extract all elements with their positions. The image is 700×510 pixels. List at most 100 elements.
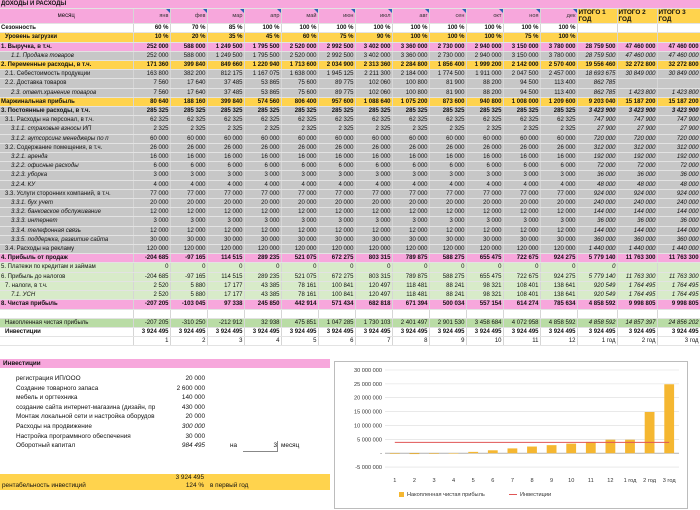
total-cell[interactable]: 312 000 [577,143,618,154]
cell[interactable]: 3 000 [540,216,578,227]
cell[interactable]: 100 % [540,23,578,34]
cell[interactable]: 1 [133,336,171,347]
total-cell[interactable]: 920 549 [577,281,618,292]
cell[interactable]: 4 000 [133,180,171,190]
cell[interactable]: 3 924 495 [540,327,578,338]
cell[interactable]: 3 924 495 [170,327,208,338]
total-cell[interactable]: 47 460 000 [657,42,700,52]
cell[interactable]: 20 000 [133,198,171,209]
cell[interactable]: 70 % [170,23,208,34]
total-cell[interactable]: 27 900 [617,124,658,135]
total-cell[interactable]: 15 187 200 [617,97,658,108]
cell[interactable]: 3 924 495 [466,327,504,338]
cell[interactable]: 940 800 [466,97,504,108]
cell[interactable]: 285 325 [392,106,430,117]
cell[interactable]: 285 325 [318,106,356,117]
cell[interactable]: 6 000 [540,161,578,172]
cell[interactable]: 3 780 000 [540,42,578,52]
cell[interactable]: 60 000 [281,134,319,144]
total-cell[interactable]: 47 460 000 [617,51,658,62]
cell[interactable]: 60 000 [207,134,245,144]
cell[interactable]: 7 560 [133,78,171,89]
total-cell[interactable]: 240 000 [577,198,618,209]
cell[interactable]: 20 000 [540,198,578,209]
cell[interactable]: 120 000 [429,244,467,255]
cell[interactable]: 100 % [318,23,356,34]
cell[interactable]: 77 000 [281,189,319,200]
cell[interactable]: 77 000 [170,189,208,200]
total-cell[interactable]: 36 000 [577,216,618,227]
cell[interactable]: 77 000 [503,189,541,200]
cell[interactable]: 803 315 [355,253,393,264]
cell[interactable]: 0 [207,262,245,273]
cell[interactable]: 120 000 [244,244,282,255]
cell[interactable]: 94 500 [503,78,541,89]
total-cell[interactable] [577,309,618,319]
cell[interactable]: 285 325 [429,106,467,117]
cell[interactable]: 20 000 [503,198,541,209]
cell[interactable]: 806 400 [281,97,319,108]
investment-value[interactable]: 140 000 [165,393,205,403]
cell[interactable]: 53 865 [244,88,282,98]
cell[interactable]: 0 [281,262,319,273]
cell[interactable]: 62 325 [392,115,430,126]
cell[interactable]: 77 000 [540,189,578,200]
cell[interactable]: 16 000 [540,152,578,163]
total-cell[interactable]: 0 [577,262,618,273]
investment-value[interactable]: 2 600 000 [165,384,205,394]
cell[interactable] [244,309,282,319]
cell[interactable]: 3 000 [133,216,171,227]
cell[interactable]: 5 880 [170,281,208,292]
cell[interactable]: 3 924 495 [355,327,393,338]
cell[interactable]: 1 999 200 [466,60,504,71]
total-cell[interactable] [577,32,618,43]
cell[interactable]: 16 000 [392,152,430,163]
cell[interactable]: 17 177 [207,290,245,301]
cell[interactable]: 16 000 [244,152,282,163]
cell[interactable]: 3 000 [355,170,393,181]
cell[interactable]: 4 [244,336,282,347]
cell[interactable]: 20 000 [392,198,430,209]
cell[interactable] [133,309,171,319]
total-cell[interactable]: 1 764 495 [657,290,700,301]
cell[interactable]: 98 321 [466,290,504,301]
total-cell[interactable]: 2 год [617,336,658,347]
cell[interactable]: 12 000 [429,226,467,236]
cell[interactable]: 442 914 [281,299,319,310]
cell[interactable]: 1 249 500 [207,51,245,62]
cell[interactable]: 88 241 [429,281,467,292]
cell[interactable]: 1 167 075 [244,69,282,80]
profit-chart[interactable]: 30 000 000 25 000 000 20 000 000 15 000 000… [334,361,688,509]
cell[interactable]: 1 713 600 [281,60,319,71]
cell[interactable]: 9 [429,336,467,347]
total-cell[interactable]: 862 785 [577,88,618,98]
cell[interactable]: 0 [503,262,541,273]
cell[interactable]: 16 000 [133,152,171,163]
cell[interactable]: 77 000 [429,189,467,200]
cell[interactable]: 3 000 [466,170,504,181]
cell[interactable]: 26 000 [355,143,393,154]
cell[interactable]: 26 000 [429,143,467,154]
total-cell[interactable]: 72 000 [577,161,618,172]
total-cell[interactable]: 11 763 300 [617,272,658,282]
cell[interactable]: 37 485 [207,88,245,98]
total-cell[interactable]: 1 440 000 [617,244,658,255]
total-cell[interactable]: 924 000 [577,189,618,200]
cell[interactable]: 12 000 [466,207,504,218]
cell[interactable]: 2 284 800 [392,60,430,71]
total-cell[interactable]: 28 759 500 [577,42,618,52]
total-cell[interactable] [617,309,658,319]
cell[interactable]: 90 % [355,32,393,43]
cell[interactable]: 16 000 [207,152,245,163]
cell[interactable]: 557 154 [466,299,504,310]
cell[interactable]: 30 000 [170,235,208,246]
total-cell[interactable]: 720 000 [617,134,658,144]
total-cell[interactable]: 47 460 000 [657,51,700,62]
cell[interactable]: 588 275 [429,272,467,282]
cell[interactable]: 11 [503,336,541,347]
cell[interactable]: 62 325 [429,115,467,126]
cell[interactable]: 2 325 [429,124,467,135]
cell[interactable]: 100 841 [318,281,356,292]
total-cell[interactable]: 720 000 [657,134,700,144]
cell[interactable]: 4 000 [392,180,430,190]
